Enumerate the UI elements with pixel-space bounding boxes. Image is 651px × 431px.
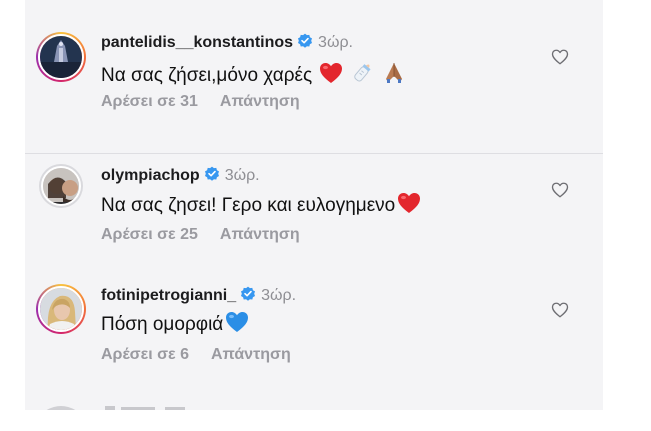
username[interactable]: olympiachop	[101, 167, 200, 184]
reply-button[interactable]: Απάντηση	[220, 93, 300, 110]
reply-button[interactable]: Απάντηση	[211, 346, 291, 363]
like-heart-icon[interactable]	[551, 48, 569, 66]
comment-actions: Αρέσει σε 31 Απάντηση	[101, 93, 300, 111]
avatar-photo	[40, 36, 82, 78]
page-bottom	[0, 410, 651, 431]
likes-count[interactable]: Αρέσει σε 31	[101, 93, 198, 110]
comment-header: pantelidis__konstantinos 3ώρ.	[101, 33, 353, 52]
comment-text-line: Πόση ομορφιά	[101, 311, 249, 336]
verified-badge-icon	[241, 286, 256, 301]
comment-time: 3ώρ.	[318, 34, 353, 51]
red-heart-icon	[398, 193, 421, 213]
username[interactable]: fotinipetrogianni_	[101, 287, 236, 304]
user-avatar[interactable]	[36, 32, 86, 82]
comment-text-line: Να σας ζησει! Γερο και ευλογημενο	[101, 192, 421, 217]
comment-item: fotinipetrogianni_ 3ώρ. Πόση ομορφιά Αρέσ…	[25, 272, 603, 398]
cut-off-comment-preview	[46, 406, 185, 410]
verified-badge-icon	[298, 33, 313, 48]
avatar-photo	[40, 288, 82, 330]
like-heart-icon[interactable]	[551, 301, 569, 319]
comment-actions: Αρέσει σε 25 Απάντηση	[101, 226, 300, 244]
comment-header: olympiachop 3ώρ.	[101, 166, 260, 185]
blue-heart-icon	[226, 312, 249, 332]
comment-time: 3ώρ.	[224, 167, 260, 184]
avatar-photo	[43, 168, 79, 204]
comment-text: Να σας ζήσει,μόνο χαρές	[101, 65, 313, 86]
likes-count[interactable]: Αρέσει σε 25	[101, 226, 198, 243]
comment-actions: Αρέσει σε 6 Απάντηση	[101, 346, 291, 364]
reply-button[interactable]: Απάντηση	[220, 226, 300, 243]
comment-item: pantelidis__konstantinos 3ώρ. Να σας ζήσε…	[25, 0, 603, 153]
next-comment-partial	[25, 398, 603, 410]
comment-time: 3ώρ.	[261, 287, 297, 304]
likes-count[interactable]: Αρέσει σε 6	[101, 346, 189, 363]
comment-text: Να σας ζησει! Γερο και ευλογημενο	[101, 195, 396, 216]
username[interactable]: pantelidis__konstantinos	[101, 34, 293, 51]
baby-bottle-icon	[353, 64, 371, 82]
verified-badge-icon	[204, 166, 219, 181]
comment-text-line: Να σας ζήσει,μόνο χαρές	[101, 60, 406, 87]
folded-hands-icon	[386, 63, 403, 83]
comment-text: Πόση ομορφιά	[101, 314, 224, 335]
user-avatar[interactable]	[39, 164, 83, 208]
user-avatar[interactable]	[36, 284, 86, 334]
like-heart-icon[interactable]	[551, 181, 569, 199]
comment-header: fotinipetrogianni_ 3ώρ.	[101, 286, 296, 305]
red-heart-icon	[320, 63, 343, 83]
comment-item: olympiachop 3ώρ. Να σας ζησει! Γερο και ε…	[25, 154, 603, 272]
